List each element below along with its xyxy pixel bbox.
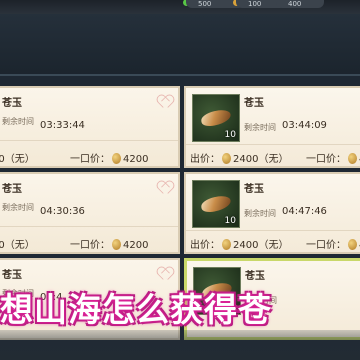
item-thumbnail: 10 [192,180,240,228]
listing-card[interactable]: 苍玉 剩余时间 04:30:36 00（无） 一口价： 4200 [0,172,180,254]
item-name: 苍玉 [244,184,264,195]
time-label: 剩余时间 [244,209,276,218]
time-remaining: 03:33:44 [40,120,85,131]
bid-value: 2400（无） [233,240,289,251]
buyout-label: 一口价： [70,154,110,165]
bid-value: 2400（无） [233,154,289,165]
buyout-value: 4200 [123,154,149,165]
item-name: 苍玉 [2,270,22,281]
favorite-icon[interactable] [158,182,172,194]
coin-icon [348,239,357,250]
listing-card[interactable]: 苍玉 剩余时间 03:33:44 00（无） 一口价： 4200 [0,86,180,168]
header-divider [0,74,360,76]
video-caption: 想山海怎么获得苍 [0,290,272,329]
currency-value-1: 500 [198,0,212,8]
bid-price: 出价： 2400（无） [190,236,288,251]
buyout-label: 一口价： [306,240,346,251]
coin-icon [112,239,121,250]
bottom-fade [0,330,360,360]
time-remaining: 03:44:09 [282,120,327,131]
favorite-icon[interactable] [158,268,172,280]
listing-card[interactable]: 10 苍玉 剩余时间 03:44:09 出价： 2400（无） 一口价：4200 [184,86,360,168]
panel-header-strip [0,14,360,76]
item-thumbnail: 10 [192,94,240,142]
currency-display-3: 400 [276,0,324,8]
card-divider [186,230,360,231]
buyout-value: 4200 [123,240,149,251]
buyout-price: 一口价： 4200 [70,236,148,251]
bid-price: 出价： 2400（无） [190,150,288,165]
coin-icon [112,153,121,164]
time-label: 剩余时间 [2,117,34,126]
listing-card[interactable]: 10 苍玉 剩余时间 04:47:46 出价： 2400（无） 一口价：4200 [184,172,360,254]
bid-price: 00（无） [0,154,35,165]
card-divider [0,140,178,141]
buyout-label: 一口价： [70,240,110,251]
item-quantity: 10 [224,130,236,140]
bid-price: 00（无） [0,240,35,251]
buyout-price: 一口价：4200 [306,150,360,165]
buyout-price: 一口价： 4200 [70,150,148,165]
currency-value-2: 100 [248,0,262,8]
bid-label: 出价： [190,154,220,165]
coin-icon [348,153,357,164]
currency-value-3: 400 [288,0,302,8]
item-name: 苍玉 [2,98,22,109]
coin-icon [222,239,231,250]
time-label: 剩余时间 [244,123,276,132]
card-divider [0,226,178,227]
item-name: 苍玉 [2,184,22,195]
time-label: 剩余时间 [2,203,34,212]
favorite-icon[interactable] [158,96,172,108]
top-status-bar: 500 100 400 [0,0,360,14]
jade-stone-icon [199,108,233,128]
time-remaining: 04:30:36 [40,206,85,217]
item-quantity: 10 [224,216,236,226]
time-remaining: 04:47:46 [282,206,327,217]
jade-stone-icon [199,194,233,214]
item-name: 苍玉 [245,271,265,282]
item-name: 苍玉 [244,98,264,109]
bid-label: 出价： [190,240,220,251]
card-divider [186,144,360,145]
coin-icon [222,153,231,164]
buyout-price: 一口价：4200 [306,236,360,251]
buyout-label: 一口价： [306,154,346,165]
